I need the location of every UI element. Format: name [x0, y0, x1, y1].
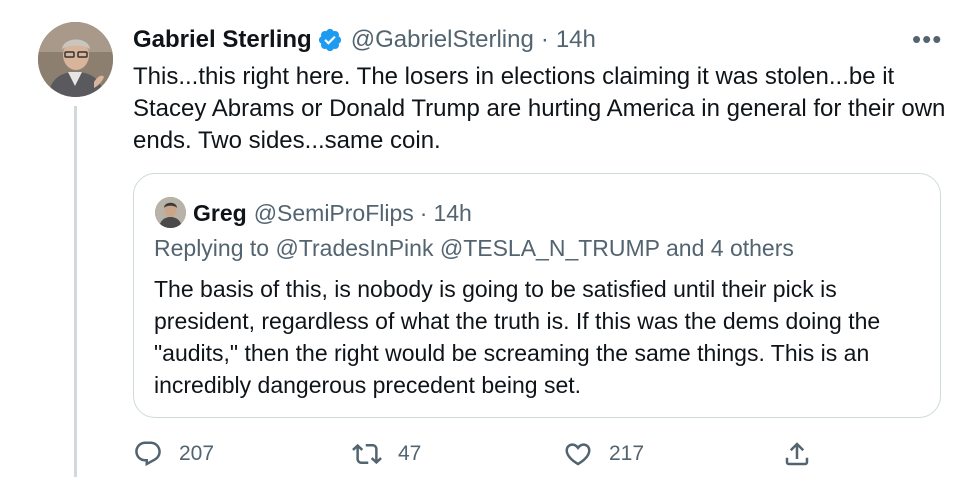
reply-count: 207 [179, 442, 215, 465]
separator-dot: · [540, 26, 549, 53]
share-button[interactable] [782, 436, 812, 472]
like-count: 217 [609, 442, 645, 465]
replying-to: Replying to @TradesInPink @TESLA_N_TRUMP… [154, 235, 794, 261]
like-button[interactable]: 217 [563, 436, 644, 472]
author-name[interactable]: Gabriel Sterling [133, 26, 312, 54]
tweet[interactable]: Gabriel Sterling @GabrielSterling · 14h … [0, 0, 980, 477]
heart-icon [565, 443, 591, 466]
tweet-text: This...this right here. The losers in el… [133, 63, 946, 154]
share-icon [785, 442, 809, 466]
quoted-header: Greg @SemiProFlips · 14h [193, 198, 472, 228]
author-handle[interactable]: @GabrielSterling [351, 26, 534, 54]
quoted-separator-dot: · [419, 199, 428, 226]
retweet-button[interactable]: 47 [352, 436, 421, 472]
retweet-icon [352, 443, 382, 465]
quoted-tweet[interactable]: Greg @SemiProFlips · 14h Replying to @Tr… [133, 173, 941, 418]
tweet-timestamp[interactable]: 14h [556, 26, 596, 54]
quoted-author-handle[interactable]: @SemiProFlips [254, 200, 414, 227]
reply-icon [135, 441, 161, 467]
verified-badge-icon [317, 27, 343, 53]
quoted-text: The basis of this, is nobody is going to… [154, 276, 881, 398]
retweet-count: 47 [398, 442, 422, 465]
tweet-header: Gabriel Sterling @GabrielSterling · 14h [133, 24, 596, 56]
thread-line [74, 106, 77, 477]
reply-button[interactable]: 207 [133, 436, 214, 472]
more-icon[interactable]: ••• [912, 26, 942, 52]
quoted-author-avatar[interactable] [155, 197, 186, 228]
quoted-timestamp[interactable]: 14h [433, 200, 471, 227]
author-avatar[interactable] [38, 22, 113, 97]
action-bar: 207 47 217 [0, 436, 980, 472]
quoted-author-name[interactable]: Greg [193, 200, 247, 227]
